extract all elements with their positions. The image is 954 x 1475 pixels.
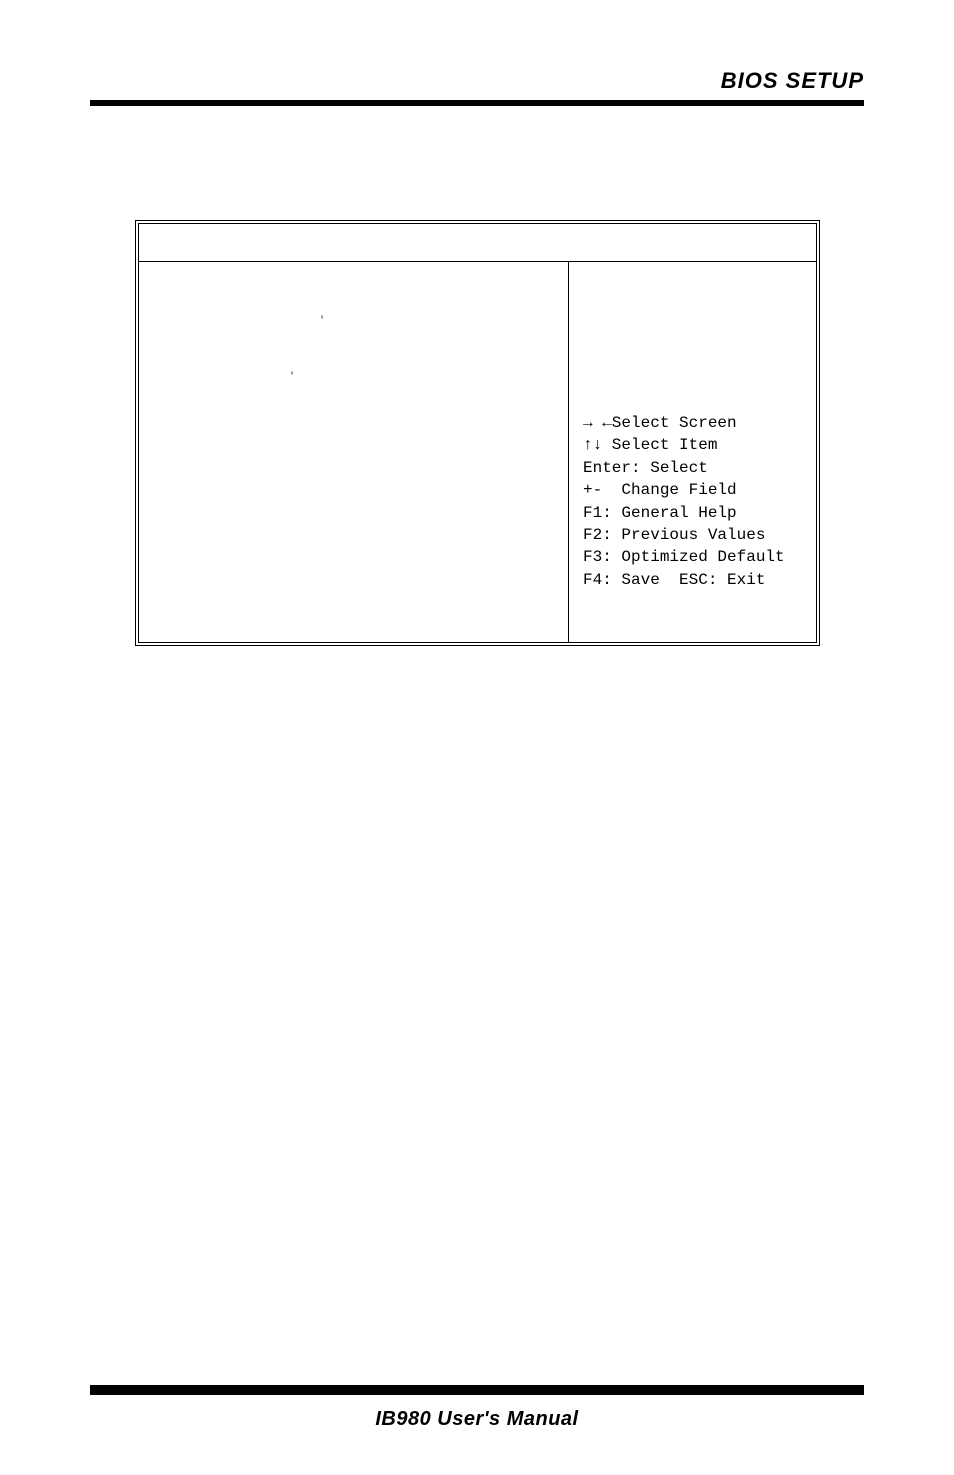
help-select-screen: → ←Select Screen — [583, 412, 802, 434]
help-f1: F1: General Help — [583, 502, 802, 524]
bios-table-body: ' ' → ←Select Screen ↑↓ Select Item Ente… — [139, 262, 816, 642]
bios-table-header-row — [139, 224, 816, 262]
bios-left-panel: ' ' — [139, 262, 569, 642]
help-f4: F4: Save ESC: Exit — [583, 569, 802, 591]
help-enter: Enter: Select — [583, 457, 802, 479]
help-change-field: +- Change Field — [583, 479, 802, 501]
bios-right-help-panel: → ←Select Screen ↑↓ Select Item Enter: S… — [569, 262, 816, 642]
page-footer-text: IB980 User's Manual — [0, 1408, 954, 1431]
help-panel-spacer — [583, 272, 802, 412]
footer-divider — [90, 1385, 864, 1395]
help-select-item: ↑↓ Select Item — [583, 434, 802, 456]
header-divider — [90, 100, 864, 106]
page-header-title: BIOS SETUP — [721, 68, 864, 94]
bios-setup-table: ' ' → ←Select Screen ↑↓ Select Item Ente… — [135, 220, 820, 646]
tiny-mark: ' — [289, 372, 295, 383]
help-f3: F3: Optimized Default — [583, 546, 802, 568]
tiny-mark: ' — [319, 316, 325, 327]
help-f2: F2: Previous Values — [583, 524, 802, 546]
